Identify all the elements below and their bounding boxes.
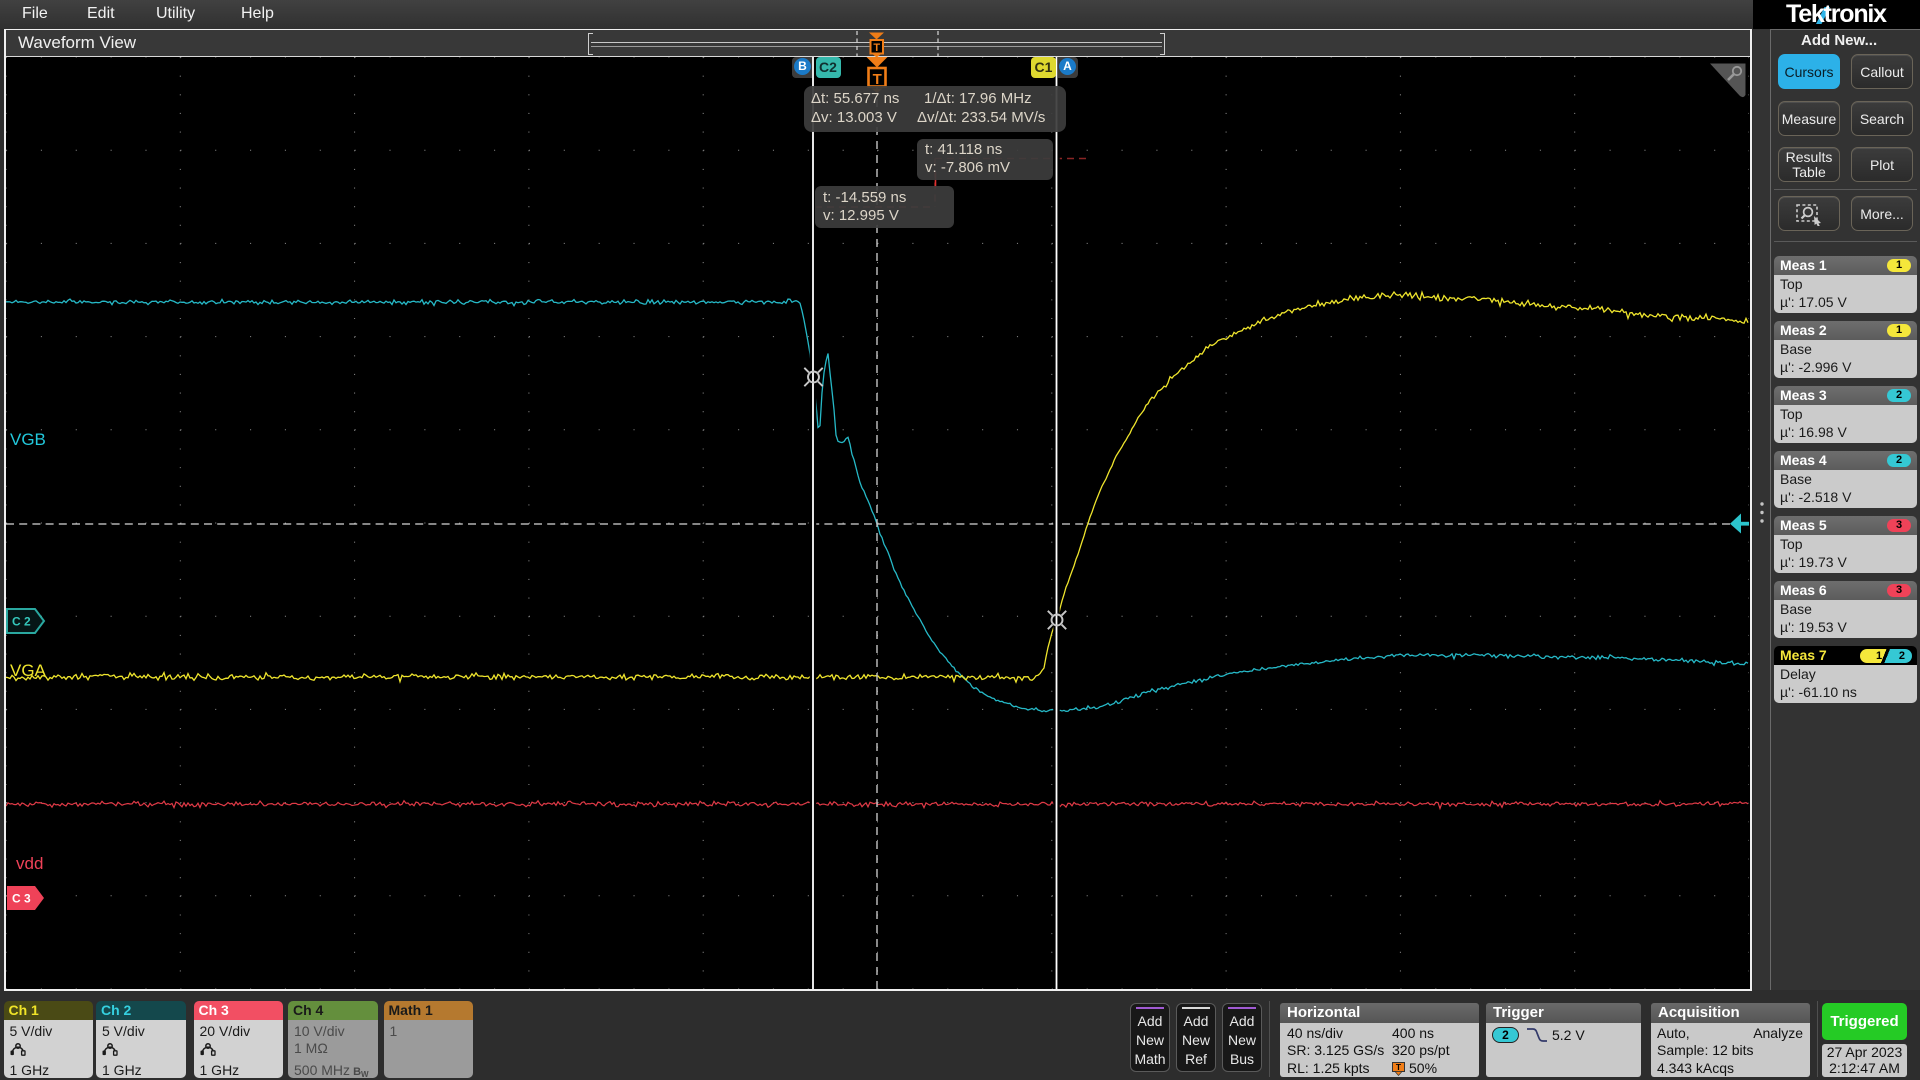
- svg-text:T: T: [1396, 1062, 1402, 1072]
- svg-text:C 3: C 3: [12, 892, 31, 906]
- svg-text:C 2: C 2: [12, 615, 31, 629]
